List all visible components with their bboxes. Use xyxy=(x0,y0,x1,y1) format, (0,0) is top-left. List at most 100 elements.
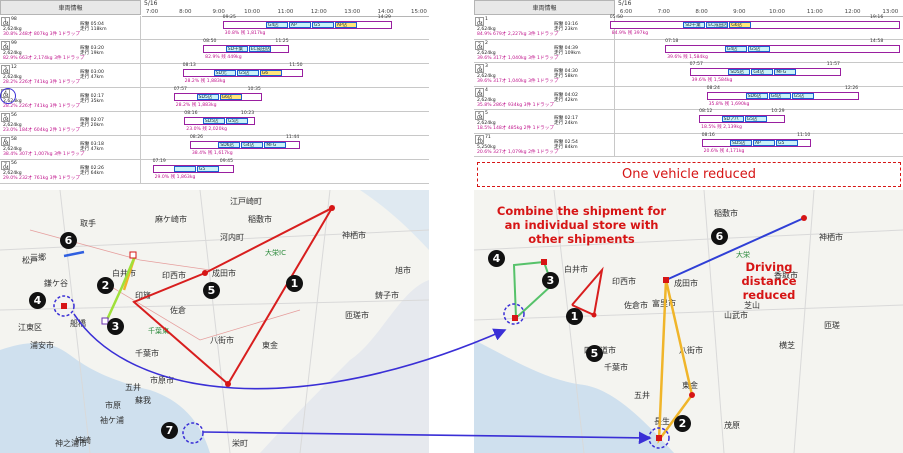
schedule-bar[interactable]: SD5店 G6店 xyxy=(173,93,262,101)
delivery-stop[interactable] xyxy=(173,166,196,172)
delivery-stop[interactable]: SD千葉 xyxy=(683,22,706,28)
end-time: 11:50 xyxy=(289,63,303,68)
delivery-stop[interactable]: G5 xyxy=(311,22,334,28)
vehicle-row[interactable]: 6 71 10 5,250kg 20.6% 327才 1,079kg 2件 1ドラップ稼… xyxy=(474,133,903,157)
vehicle-row[interactable]: 5 5 04 2,624kg 18.5% 148才 485kg 2件 1ドラップ 稼働 0… xyxy=(474,109,903,134)
depot-marker xyxy=(663,277,669,283)
vehicle-row[interactable]: 3 12 04 2,624kg 28.2% 226才 741kg 3件 1ドラップ 稼働 … xyxy=(0,63,429,88)
route-badge: 1 xyxy=(566,308,583,325)
vehicle-info-cell: 6 58 04 2,624kg 38.4% 307才 1,007kg 3件 1ドラップ稼… xyxy=(0,136,141,159)
vehicle-row[interactable]: 4 04 2,624kg 28.2% 226才 741kg 3件 1ドラップ 稼働 02… xyxy=(0,87,429,112)
vehicle-row[interactable]: 4 4 04 2,624kg 35.8% 286才 934kg 3件 1ドラップ 稼働 0… xyxy=(474,85,903,110)
schedule-bar[interactable]: SD6店 G4店 G5店 xyxy=(706,91,859,100)
delivery-stop[interactable]: G4店 xyxy=(768,92,791,99)
delivery-stop[interactable]: G4店 xyxy=(751,69,774,75)
schedule-bar[interactable]: G5 xyxy=(152,165,234,173)
delivery-stop[interactable]: SD6店 xyxy=(218,142,241,148)
selected-vehicle-marker xyxy=(0,88,16,104)
vehicle-info-header: 車両情報 xyxy=(474,0,615,15)
delivery-stop[interactable]: SDアバ xyxy=(721,116,744,122)
schedule-bar[interactable]: SD5店 AP G5 xyxy=(701,138,812,147)
route-badge: 7 xyxy=(161,422,178,439)
delivery-stop[interactable]: SD5店 xyxy=(202,118,225,124)
vehicle-row[interactable]: 5 56 04 2,624kg 23.0% 184才 604kg 2件 1ドラップ 稼働 … xyxy=(0,111,429,136)
delivery-stop[interactable]: AP店 xyxy=(334,22,357,28)
time-tick: 10:00 xyxy=(244,9,261,15)
schedule-bar[interactable]: G4店 G5店 xyxy=(665,44,900,53)
vehicle-row[interactable]: 3 3 04 2,624kg 39.6% 317才 1,040kg 3件 1ドラップ 稼働… xyxy=(474,62,903,87)
delivery-stop[interactable]: SD5店 xyxy=(729,139,752,146)
vehicle-load-summary: 35.8% 286才 934kg 3件 1ドラップ xyxy=(477,102,554,108)
vehicle-load-summary: 39.6% 317才 1,040kg 3件 1ドラップ xyxy=(477,79,559,84)
delivery-stop[interactable]: G5店 xyxy=(236,70,259,76)
delivery-stop[interactable]: MFG xyxy=(774,69,797,75)
start-time: 08:26 xyxy=(189,135,204,140)
vehicle-info-cell: 4 4 04 2,624kg 35.8% 286才 934kg 3件 1ドラップ 稼働 0… xyxy=(474,86,615,109)
delivery-stop[interactable]: G5 xyxy=(196,166,219,172)
load-status: 29.0% 残 1,863kg xyxy=(154,175,196,180)
schedule-bar[interactable]: G4店 AP G5 AP店 xyxy=(222,21,392,29)
delivery-stop[interactable]: G4店 xyxy=(241,142,264,148)
start-time: 08:24 xyxy=(706,85,720,91)
route-red xyxy=(132,205,335,386)
route-map-before[interactable]: 江戸崎町 稲敷市 神栖市 麻ケ崎市 河内町 取手 白井市 印西市 成田市 大栄I… xyxy=(0,190,429,453)
route-badge: 6 xyxy=(711,228,728,245)
vehicle-id: 1 xyxy=(485,17,488,22)
delivery-stop[interactable]: G5店 xyxy=(747,45,770,52)
delivery-stop[interactable]: G5店 xyxy=(225,118,248,124)
vehicle-row[interactable]: 7 56 04 2,624kg 29.0% 232才 761kg 3件 1ドラップ 稼働 … xyxy=(0,159,429,184)
vehicle-row[interactable]: 1 98 04 2,624kg 30.8% 248才 807kg 3件 1ドラップ 稼働 … xyxy=(0,15,429,40)
delivery-stop[interactable]: AP xyxy=(752,139,775,146)
route-badge: 5 xyxy=(203,282,220,299)
route-badge: 5 xyxy=(586,345,603,362)
delivery-stop[interactable]: AP xyxy=(288,22,311,28)
end-time: 11:57 xyxy=(826,62,840,67)
vehicle-id: 3 xyxy=(485,64,488,69)
driving-distance: 走行 58km xyxy=(554,74,578,79)
delivery-stop[interactable]: SD千葉 xyxy=(225,46,248,52)
vehicle-row[interactable]: 2 99 04 2,624kg 82.9% 663才 2,174kg 3件 1ドラップ稼… xyxy=(0,39,429,64)
store-marker xyxy=(801,215,807,221)
delivery-stop[interactable]: SD5店 xyxy=(728,69,751,75)
driving-distance: 走行 35km xyxy=(80,99,104,104)
schedule-bar[interactable]: SD千葉 EC成田店 xyxy=(203,45,290,53)
delivery-stop[interactable]: SD元 xyxy=(213,70,236,76)
delivery-stop[interactable]: G6店 xyxy=(729,22,752,28)
delivery-stop[interactable]: G5店 xyxy=(791,92,814,99)
schedule-bar[interactable]: SD5店 G4店 MFG xyxy=(689,68,841,76)
route-map-after[interactable]: 成田市 印西市 白井市 佐倉市 東金 富里市 山武市 八街市 茂原 四街道市 千… xyxy=(474,190,903,453)
date-label: 5/16 xyxy=(618,0,632,7)
vehicle-row[interactable]: 2 2 04 2,624kg 39.6% 317才 1,040kg 3件 1ドラップ 稼働… xyxy=(474,39,903,63)
delivery-stop[interactable]: G4店 xyxy=(265,22,288,28)
delivery-stop[interactable]: G6店 xyxy=(219,94,242,100)
vehicle-row[interactable]: 1 1 04 2,624kg 84.9% 679才 2,227kg 3件 1ドラップ 稼働… xyxy=(474,15,903,40)
delivery-stop[interactable]: G4店 xyxy=(724,45,747,52)
delivery-stop[interactable]: G5店 xyxy=(744,116,767,122)
delivery-stop[interactable]: SD5店 xyxy=(196,94,219,100)
end-time: 09:45 xyxy=(219,159,234,164)
load-status: 20.6% 残 4,171kg xyxy=(703,148,745,154)
route-badge: 1 xyxy=(286,275,303,292)
delivery-stop[interactable]: EC成田店 xyxy=(248,46,271,52)
schedule-bar[interactable]: SD6店 G4店 MFG xyxy=(189,141,300,149)
route-badge: 4 xyxy=(488,250,505,267)
schedule-bar[interactable]: SD5店 G5店 xyxy=(184,117,255,125)
load-status: 23.0% 残 2,020kg xyxy=(186,127,228,132)
delivery-stop[interactable]: G6 xyxy=(259,70,282,76)
delivery-stop[interactable]: MFG xyxy=(264,142,287,148)
driving-distance: 走行 84km xyxy=(554,144,578,150)
vehicle-info-cell: 3 3 04 2,624kg 39.6% 317才 1,040kg 3件 1ドラップ 稼働… xyxy=(474,63,615,86)
delivery-stop[interactable]: G5 xyxy=(775,139,798,146)
delivery-stop[interactable]: EC成田店 xyxy=(706,22,729,28)
delivery-stop[interactable]: SD6店 xyxy=(745,92,768,99)
schedule-bar[interactable]: SD千葉 EC成田店 G6店 xyxy=(609,21,900,29)
start-time: 07:57 xyxy=(173,87,187,92)
time-tick: 10:00 xyxy=(769,9,785,15)
time-tick: 8:00 xyxy=(179,9,192,15)
vehicle-row[interactable]: 6 58 04 2,624kg 38.4% 307才 1,007kg 3件 1ドラップ稼… xyxy=(0,135,429,160)
route-badge: 3 xyxy=(542,272,559,289)
schedule-bar[interactable]: SD元 G5店 G6 xyxy=(182,69,304,77)
schedule-bar[interactable]: SDアバ G5店 xyxy=(699,115,786,123)
time-tick: 11:00 xyxy=(806,9,823,15)
driving-distance: 走行 118km xyxy=(80,27,107,32)
